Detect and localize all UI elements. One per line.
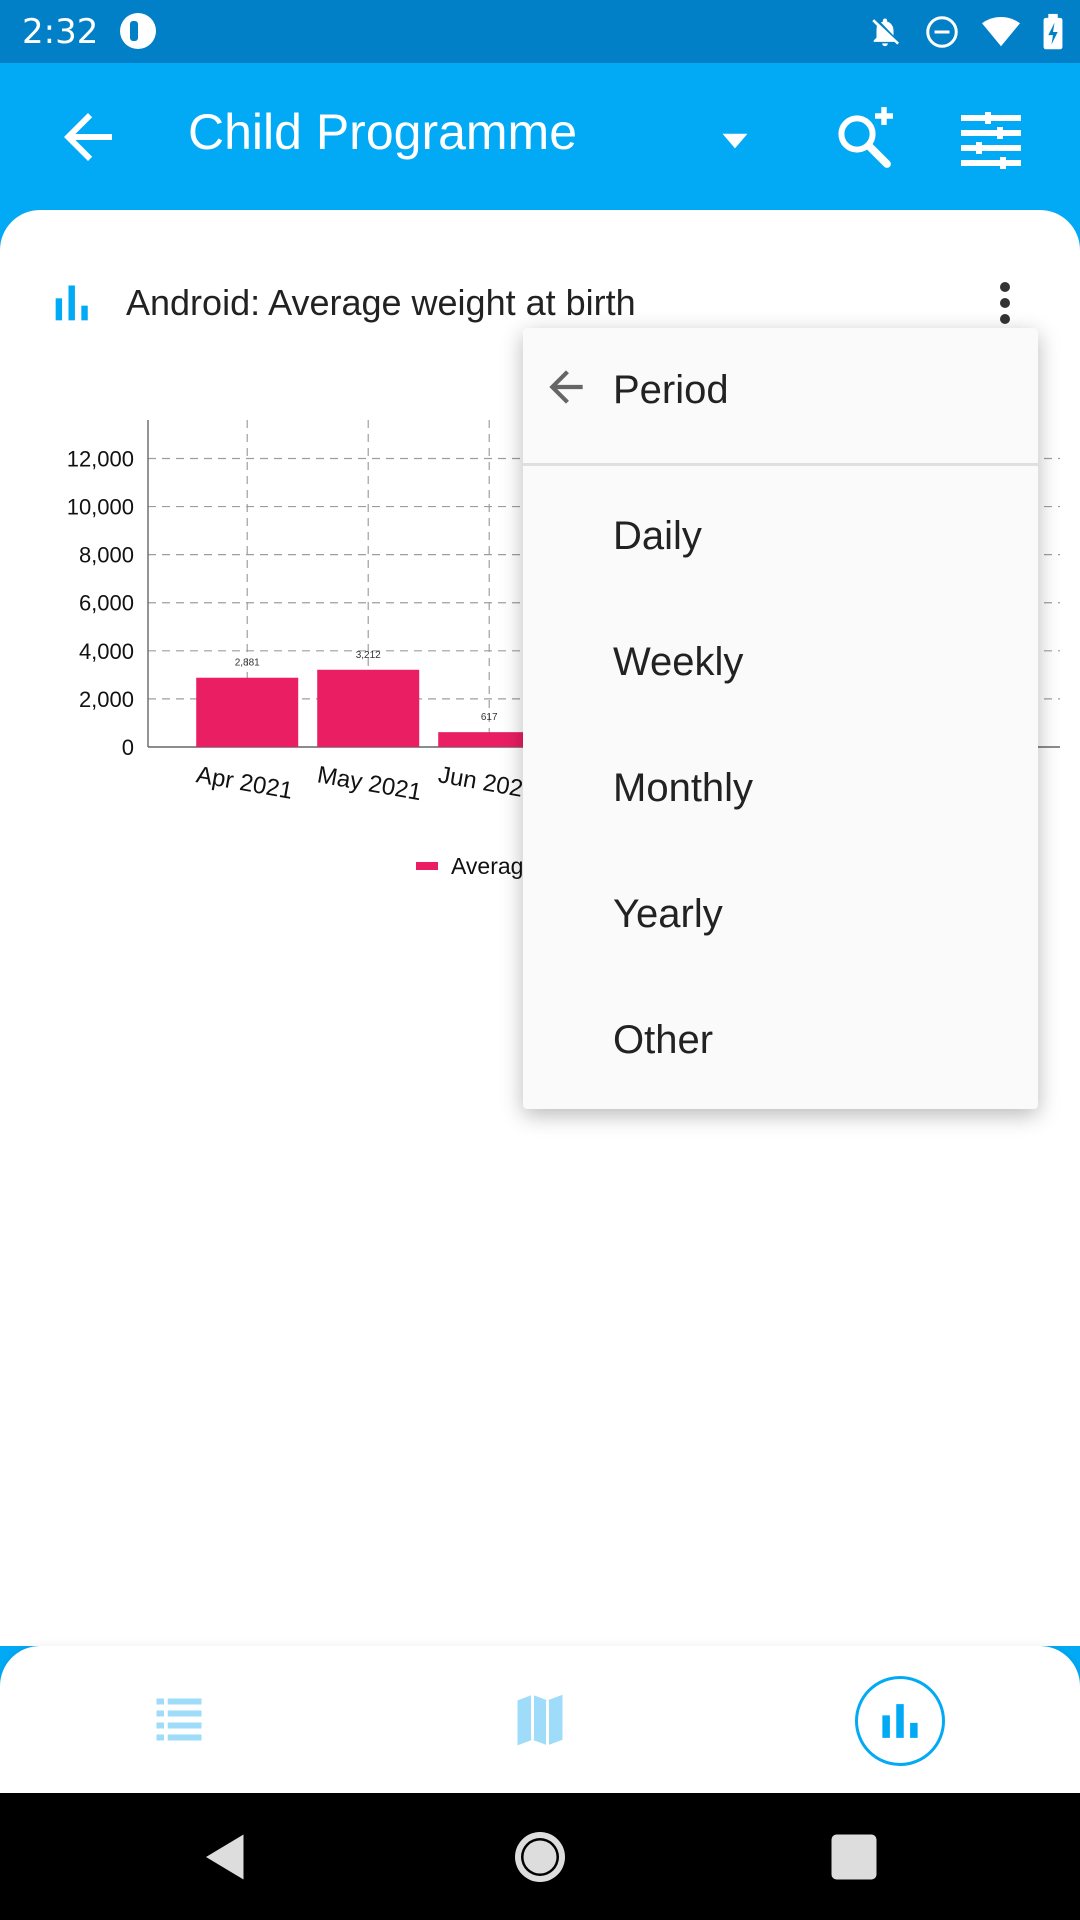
bottom-navigation: [0, 1646, 1080, 1793]
status-icons: [868, 12, 1064, 52]
menu-item-daily[interactable]: Daily: [523, 474, 1038, 600]
menu-item-monthly[interactable]: Monthly: [523, 726, 1038, 852]
nav-charts-button[interactable]: [855, 1676, 945, 1766]
menu-item-label: Monthly: [613, 766, 754, 810]
status-bar: 2:32: [0, 0, 1080, 63]
chart-options-button[interactable]: [990, 276, 1020, 332]
filter-icon: [961, 112, 1021, 169]
period-menu-title: Period: [613, 368, 729, 412]
legend-label: Averag: [451, 853, 523, 879]
legend-swatch: [416, 862, 438, 870]
wifi-icon: [982, 16, 1020, 47]
menu-item-label: Other: [613, 1018, 714, 1062]
dropdown-arrow-icon: [722, 133, 748, 149]
y-tick-label: 10,000: [67, 495, 134, 520]
y-tick-label: 12,000: [67, 446, 134, 471]
system-navigation-bar: [0, 1793, 1080, 1920]
system-home-icon[interactable]: [510, 1827, 570, 1887]
back-arrow-icon: [64, 113, 112, 161]
period-menu: Period Daily Weekly Monthly Yearly Other: [523, 328, 1038, 1109]
system-back-icon[interactable]: [196, 1827, 256, 1887]
bar-value-label: 617: [481, 712, 498, 723]
notifications-off-icon: [872, 18, 900, 47]
system-recents-icon[interactable]: [824, 1827, 884, 1887]
y-tick-label: 8,000: [79, 543, 134, 568]
list-icon: [156, 1698, 202, 1741]
chart-bar: [196, 677, 299, 747]
chart-bar: [317, 669, 420, 747]
overflow-dot-icon: [1000, 282, 1010, 292]
program-title[interactable]: Child Programme: [188, 103, 577, 161]
x-tick-label: Apr 2021: [194, 761, 295, 805]
bar-value-label: 2,881: [235, 658, 260, 669]
menu-item-yearly[interactable]: Yearly: [523, 852, 1038, 978]
nav-map-button[interactable]: [495, 1676, 585, 1766]
do-not-disturb-icon: [926, 16, 958, 48]
back-button[interactable]: [52, 101, 124, 173]
menu-item-label: Daily: [613, 514, 702, 558]
nav-list-button[interactable]: [134, 1676, 224, 1766]
app-bar: Child Programme: [0, 63, 1080, 210]
back-arrow-icon[interactable]: [541, 362, 591, 412]
bar-value-label: 3,212: [356, 650, 381, 661]
x-tick-label: May 2021: [315, 761, 423, 806]
y-tick-label: 6,000: [79, 591, 134, 616]
chart-title: Android: Average weight at birth: [126, 282, 636, 323]
period-menu-header[interactable]: Period: [523, 328, 1038, 466]
battery-charging-icon: [1043, 13, 1063, 50]
map-icon: [517, 1694, 563, 1746]
y-tick-label: 2,000: [79, 687, 134, 712]
overflow-dot-icon: [1000, 314, 1010, 324]
y-tick-label: 0: [122, 735, 134, 760]
menu-item-weekly[interactable]: Weekly: [523, 600, 1038, 726]
app-notification-icon: [120, 13, 156, 49]
bar-chart-icon: [55, 285, 88, 321]
status-time: 2:32: [22, 12, 99, 52]
y-tick-label: 4,000: [79, 639, 134, 664]
search-add-icon: [838, 107, 893, 168]
menu-item-other[interactable]: Other: [523, 978, 1038, 1104]
menu-item-label: Yearly: [613, 892, 723, 936]
search-add-button[interactable]: [830, 101, 902, 173]
program-dropdown-button[interactable]: [710, 115, 760, 165]
active-indicator: [855, 1676, 945, 1766]
overflow-dot-icon: [1000, 298, 1010, 308]
menu-item-label: Weekly: [613, 640, 744, 684]
filter-button[interactable]: [955, 103, 1027, 175]
